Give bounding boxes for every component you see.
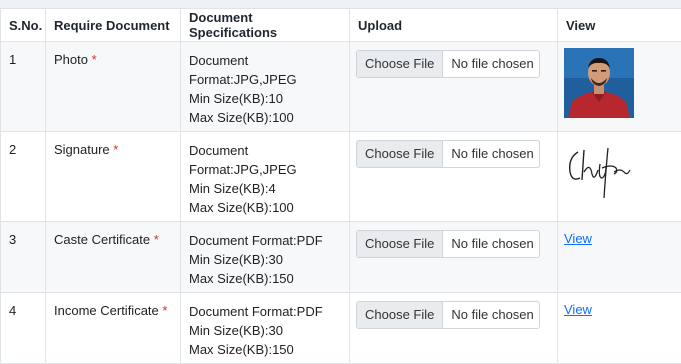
document-specifications: Document Format:JPG,JPEG Min Size(KB):10… xyxy=(181,42,350,132)
upload-cell: Choose File No file chosen xyxy=(350,293,558,364)
required-asterisk: * xyxy=(162,303,167,318)
view-income-certificate-link[interactable]: View xyxy=(564,302,592,317)
document-name-cell: Signature * xyxy=(46,132,181,222)
view-cell xyxy=(558,132,681,222)
choose-file-button[interactable]: Choose File xyxy=(357,231,443,257)
photo-thumbnail xyxy=(564,48,634,118)
table-row: 3 Caste Certificate * Document Format:PD… xyxy=(1,222,681,293)
view-cell xyxy=(558,42,681,132)
document-name: Income Certificate xyxy=(54,303,159,318)
table-row: 1 Photo * Document Format:JPG,JPEG Min S… xyxy=(1,42,681,132)
spec-line: Format:JPG,JPEG xyxy=(189,160,341,179)
spec-line: Min Size(KB):30 xyxy=(189,250,341,269)
spec-line: Max Size(KB):100 xyxy=(189,108,341,127)
required-asterisk: * xyxy=(154,232,159,247)
document-specifications: Document Format:JPG,JPEG Min Size(KB):4 … xyxy=(181,132,350,222)
document-specifications: Document Format:PDF Min Size(KB):30 Max … xyxy=(181,293,350,364)
document-name: Signature xyxy=(54,142,110,157)
header-upload: Upload xyxy=(350,9,558,42)
document-name: Caste Certificate xyxy=(54,232,150,247)
file-status: No file chosen xyxy=(443,51,540,77)
spec-line: Document Format:PDF xyxy=(189,231,341,250)
row-number: 4 xyxy=(1,293,46,364)
file-status: No file chosen xyxy=(443,231,540,257)
table-header-row: S.No. Require Document Document Specific… xyxy=(1,9,681,42)
table-row: 4 Income Certificate * Document Format:P… xyxy=(1,293,681,364)
upload-cell: Choose File No file chosen xyxy=(350,132,558,222)
upload-cell: Choose File No file chosen xyxy=(350,222,558,293)
document-name-cell: Income Certificate * xyxy=(46,293,181,364)
choose-file-button[interactable]: Choose File xyxy=(357,51,443,77)
spec-line: Document Format:PDF xyxy=(189,302,341,321)
file-status: No file chosen xyxy=(443,141,540,167)
row-number: 2 xyxy=(1,132,46,222)
photo-file-input[interactable]: Choose File No file chosen xyxy=(356,50,540,78)
choose-file-button[interactable]: Choose File xyxy=(357,302,443,328)
row-number: 3 xyxy=(1,222,46,293)
table-row: 2 Signature * Document Format:JPG,JPEG M… xyxy=(1,132,681,222)
spec-line: Max Size(KB):150 xyxy=(189,340,341,359)
document-upload-table: S.No. Require Document Document Specific… xyxy=(0,8,681,364)
choose-file-button[interactable]: Choose File xyxy=(357,141,443,167)
header-sno: S.No. xyxy=(1,9,46,42)
upload-cell: Choose File No file chosen xyxy=(350,42,558,132)
spec-line: Min Size(KB):10 xyxy=(189,89,341,108)
file-status: No file chosen xyxy=(443,302,540,328)
signature-file-input[interactable]: Choose File No file chosen xyxy=(356,140,540,168)
required-asterisk: * xyxy=(113,142,118,157)
spec-line: Min Size(KB):4 xyxy=(189,179,341,198)
document-name: Photo xyxy=(54,52,88,67)
required-asterisk: * xyxy=(92,52,97,67)
view-caste-certificate-link[interactable]: View xyxy=(564,231,592,246)
spec-line: Format:JPG,JPEG xyxy=(189,70,341,89)
spec-line: Document xyxy=(189,141,341,160)
spec-line: Max Size(KB):100 xyxy=(189,198,341,217)
view-cell: View xyxy=(558,222,681,293)
document-name-cell: Photo * xyxy=(46,42,181,132)
spec-line: Min Size(KB):30 xyxy=(189,321,341,340)
row-number: 1 xyxy=(1,42,46,132)
header-document-specifications: Document Specifications xyxy=(181,9,350,42)
caste-certificate-file-input[interactable]: Choose File No file chosen xyxy=(356,230,540,258)
signature-thumbnail xyxy=(564,138,634,210)
header-require-document: Require Document xyxy=(46,9,181,42)
spec-line: Document xyxy=(189,51,341,70)
document-specifications: Document Format:PDF Min Size(KB):30 Max … xyxy=(181,222,350,293)
spec-line: Max Size(KB):150 xyxy=(189,269,341,288)
document-name-cell: Caste Certificate * xyxy=(46,222,181,293)
header-view: View xyxy=(558,9,681,42)
view-cell: View xyxy=(558,293,681,364)
income-certificate-file-input[interactable]: Choose File No file chosen xyxy=(356,301,540,329)
